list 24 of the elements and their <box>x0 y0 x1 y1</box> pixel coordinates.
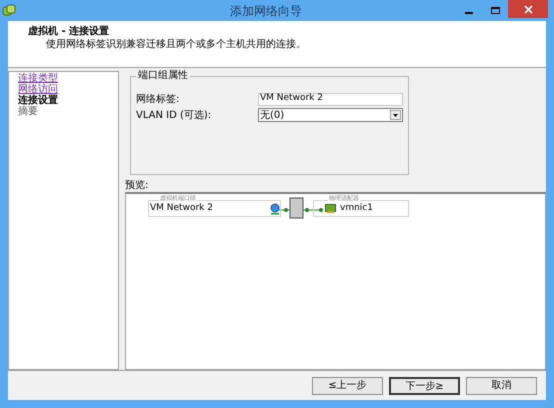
step-item[interactable]: 网络访问 <box>18 84 58 95</box>
network-card-icon <box>325 204 336 213</box>
field-label: VLAN ID (可选): <box>136 108 212 122</box>
app-icon <box>2 4 16 18</box>
page-title: 虚拟机 - 连接设置 <box>28 25 110 38</box>
network-globe-icon <box>270 202 280 214</box>
step-item[interactable]: 连接类型 <box>18 73 58 84</box>
window-title: 添加网络向导 <box>230 3 302 20</box>
preview-label: 预览: <box>125 180 150 192</box>
close-icon <box>524 4 532 14</box>
dropdown-arrow-icon <box>393 114 398 116</box>
adapter-name: vmnic1 <box>340 202 373 215</box>
network-label-field[interactable]: VM Network 2 <box>258 92 403 106</box>
group-title: 端口组属性 <box>136 70 190 82</box>
field-label: 网络标签: <box>136 92 180 106</box>
network-name: VM Network 2 <box>150 202 214 215</box>
step-item: 摘要 <box>18 106 38 117</box>
page-description: 使用网络标签识别兼容迁移且两个或多个主机共用的连接。 <box>45 39 307 51</box>
close-button[interactable] <box>508 0 548 18</box>
step-item: 连接设置 <box>18 95 58 106</box>
wizard-button[interactable]: ≤上一步 <box>312 376 383 394</box>
wizard-button[interactable]: 下一步≥ <box>389 376 460 394</box>
wizard-button[interactable]: 取消 <box>466 376 537 394</box>
vlan-dropdown[interactable]: 无(0) <box>258 108 403 122</box>
